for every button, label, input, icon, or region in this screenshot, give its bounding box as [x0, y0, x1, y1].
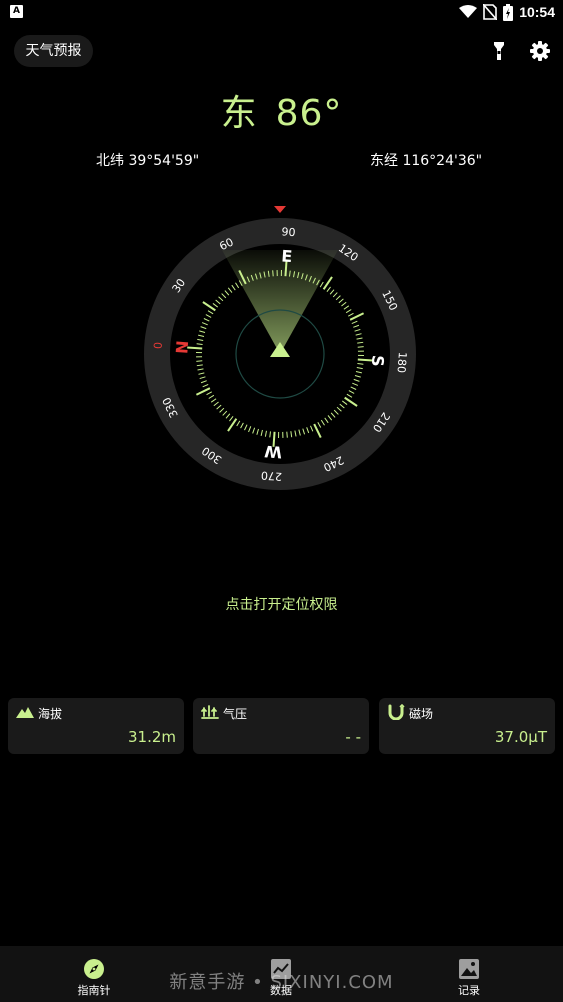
flashlight-icon[interactable]	[488, 40, 510, 62]
cardinal-east: E	[281, 246, 293, 266]
cardinal-west: W	[263, 442, 282, 462]
mountain-icon	[16, 707, 34, 718]
degree-label: 90	[281, 225, 296, 239]
degree-label: 270	[261, 468, 283, 482]
degree-label: 0	[152, 342, 165, 350]
wifi-icon	[459, 5, 478, 18]
heading-direction: 东	[220, 93, 258, 134]
compass-dial[interactable]: 0306090120150180210240270300330NESW	[139, 200, 421, 500]
magnetic-field-card[interactable]: 磁场 37.0μT	[379, 698, 555, 754]
longitude-text: 东经 116°24'36"	[370, 153, 483, 169]
pressure-card[interactable]: 气压 - -	[193, 698, 369, 754]
weather-forecast-button[interactable]: 天气预报	[14, 35, 93, 67]
pressure-icon	[201, 705, 219, 719]
degree-label: 180	[394, 352, 408, 374]
pressure-label: 气压	[223, 707, 248, 721]
location-permission-link[interactable]: 点击打开定位权限	[0, 594, 563, 614]
magnetic-field-label: 磁场	[409, 707, 434, 721]
cardinal-south: S	[368, 354, 388, 367]
status-bar: A 10:54	[0, 0, 563, 24]
minor-tick	[357, 346, 364, 348]
app-notification-icon: A	[10, 5, 23, 18]
minor-tick	[272, 270, 274, 277]
minor-tick	[286, 431, 288, 438]
watermark-text: 新意手游 • SIXINYI.COM	[169, 972, 394, 993]
minor-tick	[196, 360, 203, 362]
altitude-value: 31.2m	[127, 728, 176, 746]
cardinal-north: N	[172, 340, 192, 355]
heading-pointer	[274, 206, 286, 213]
pressure-value: - -	[345, 728, 361, 746]
status-icons: 10:54	[459, 2, 555, 22]
settings-gear-icon[interactable]	[529, 40, 551, 62]
status-time: 10:54	[519, 4, 555, 20]
latitude-text: 北纬 39°54'59"	[96, 153, 200, 169]
heading-readout: 东 86°	[0, 84, 563, 136]
heading-degrees: 86°	[275, 93, 343, 134]
sensor-cards: 海拔 31.2m 气压 - - 磁场 37.0μT	[8, 698, 555, 754]
magnetic-field-value: 37.0μT	[494, 728, 547, 746]
altitude-label: 海拔	[38, 707, 63, 721]
altitude-card[interactable]: 海拔 31.2m	[8, 698, 184, 754]
magnet-icon	[388, 704, 405, 720]
no-sim-icon	[483, 4, 498, 20]
battery-charging-icon	[503, 3, 514, 21]
